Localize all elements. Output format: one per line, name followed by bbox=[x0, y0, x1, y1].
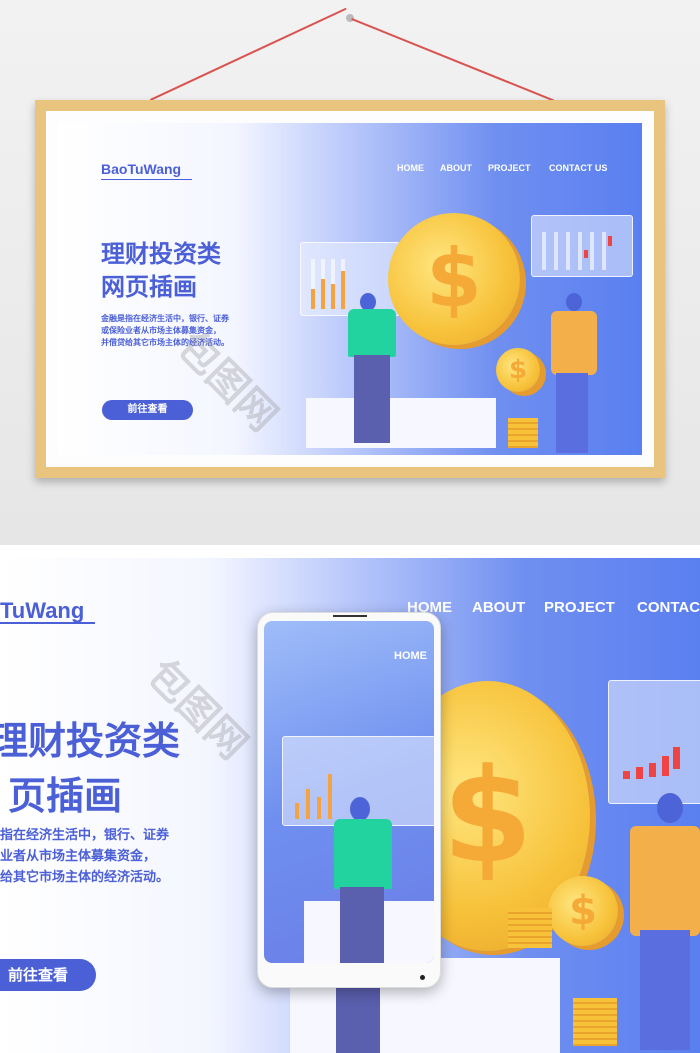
closeup-nav-project[interactable]: PROJECT bbox=[544, 599, 615, 616]
closeup-logo-underline bbox=[0, 622, 95, 624]
nav-contact[interactable]: CONTACT US bbox=[549, 163, 607, 173]
coin-stack bbox=[508, 418, 538, 448]
nav-about[interactable]: ABOUT bbox=[440, 163, 472, 173]
phone-nav-home[interactable]: HOME bbox=[394, 650, 427, 662]
closeup-person-right-head bbox=[657, 793, 683, 823]
bar-chart-panel bbox=[300, 242, 400, 316]
person-right-head bbox=[566, 293, 582, 311]
headline-line2: 网页插画 bbox=[101, 273, 197, 301]
headline-line1: 理财投资类 bbox=[101, 240, 221, 268]
hanging-wire-right bbox=[351, 18, 555, 102]
closeup-headline-line1: 理财投资类 bbox=[0, 719, 181, 763]
phone-person-shirt bbox=[334, 819, 392, 889]
closeup-logo[interactable]: TuWang bbox=[0, 598, 84, 624]
wall-background: BaoTuWang HOME ABOUT PROJECT CONTACT US … bbox=[0, 0, 700, 545]
person-left-legs bbox=[354, 355, 390, 443]
closeup-person-left-legs bbox=[336, 988, 380, 1053]
closeup-small-coin: $ bbox=[548, 876, 618, 946]
person-right-jacket bbox=[551, 311, 597, 375]
closeup-view-button[interactable]: 前往查看 bbox=[0, 959, 96, 991]
phone-camera bbox=[420, 975, 425, 980]
closeup-headline-line2: 页插画 bbox=[8, 774, 123, 818]
candlestick-panel bbox=[531, 215, 633, 277]
closeup-description-line3: 给其它市场主体的经济活动。 bbox=[0, 870, 170, 885]
picture-frame: BaoTuWang HOME ABOUT PROJECT CONTACT US … bbox=[35, 100, 665, 478]
closeup-description-line1: 指在经济生活中，银行、证券 bbox=[0, 828, 170, 843]
phone-mockup: HOME bbox=[257, 612, 441, 988]
closeup-candlestick-panel bbox=[608, 680, 700, 804]
person-left-shirt bbox=[348, 309, 396, 357]
logo[interactable]: BaoTuWang bbox=[101, 161, 181, 177]
stairs bbox=[306, 398, 496, 448]
closeup-person-right-jacket bbox=[630, 826, 700, 936]
nav-project[interactable]: PROJECT bbox=[488, 163, 531, 173]
person-right-legs bbox=[556, 373, 588, 453]
small-coin: $ bbox=[496, 348, 540, 392]
nav-home[interactable]: HOME bbox=[397, 163, 424, 173]
closeup-coin-stack bbox=[508, 908, 552, 948]
large-coin: $ bbox=[388, 213, 520, 345]
phone-screen: HOME bbox=[264, 621, 434, 963]
phone-person-legs bbox=[340, 887, 384, 963]
closeup-coin-stack-front bbox=[573, 998, 617, 1046]
hanging-wire-left bbox=[150, 7, 347, 101]
web-banner: BaoTuWang HOME ABOUT PROJECT CONTACT US … bbox=[58, 123, 642, 455]
view-button[interactable]: 前往查看 bbox=[102, 400, 193, 420]
phone-speaker bbox=[333, 615, 367, 617]
phone-person-head bbox=[350, 797, 370, 821]
closeup-person-right-legs bbox=[640, 930, 690, 1050]
logo-underline bbox=[101, 179, 192, 180]
closeup-description-line2: 业者从市场主体募集资金， bbox=[0, 849, 157, 864]
closeup-nav-contact[interactable]: CONTACT bbox=[637, 599, 700, 616]
closeup-nav-about[interactable]: ABOUT bbox=[472, 599, 525, 616]
